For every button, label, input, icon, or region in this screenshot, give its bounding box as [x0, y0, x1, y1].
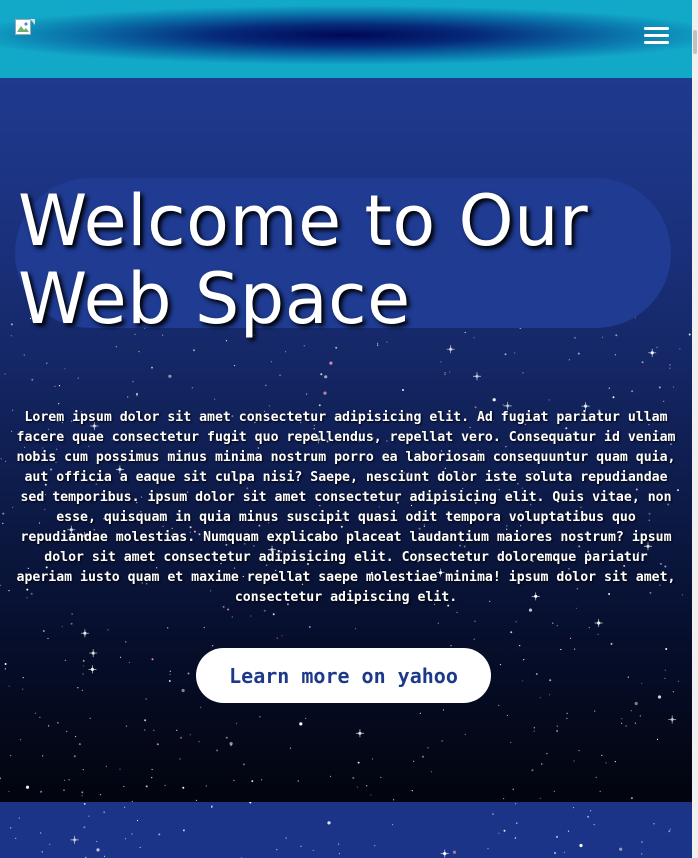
starfield-background [10, 802, 671, 858]
hero-description: Lorem ipsum dolor sit amet consectetur a… [16, 410, 676, 605]
site-header [0, 0, 692, 78]
hero-title-line-2: Web Space [18, 258, 411, 340]
next-section [0, 802, 692, 858]
hero-title: Welcome to Our Web Space [18, 182, 658, 338]
scrollbar-track[interactable] [692, 0, 698, 858]
hero-title-line-1: Welcome to Our [18, 180, 589, 262]
hamburger-menu-icon[interactable] [640, 23, 672, 47]
broken-image-icon[interactable] [15, 19, 35, 37]
hero-section: Welcome to Our Web Space Lorem ipsum dol… [0, 78, 692, 802]
learn-more-button[interactable]: Learn more on yahoo [196, 648, 491, 703]
scrollbar-thumb[interactable] [693, 30, 697, 54]
